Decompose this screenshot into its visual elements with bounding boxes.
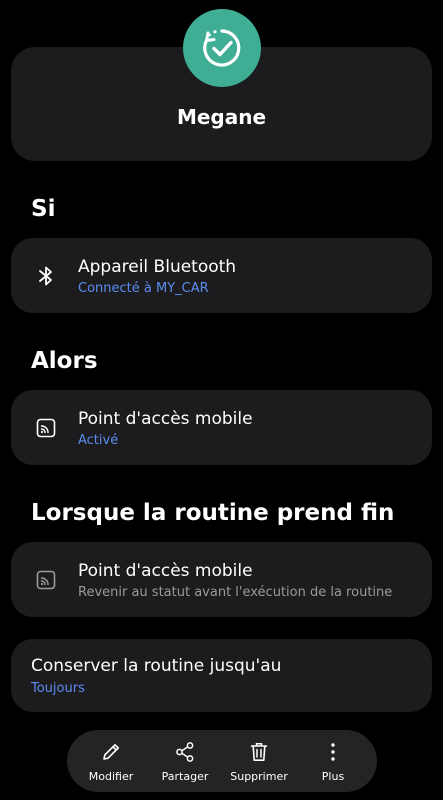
mobile-hotspot-icon [35, 417, 57, 439]
edit-button[interactable]: Modifier [74, 730, 148, 792]
bluetooth-icon [35, 265, 57, 287]
delete-label: Supprimer [230, 770, 288, 783]
if-condition-card[interactable]: Appareil Bluetooth Connecté à MY_CAR [11, 238, 432, 313]
edit-label: Modifier [88, 770, 134, 783]
section-title-end: Lorsque la routine prend fin [31, 500, 395, 526]
section-title-then: Alors [31, 348, 98, 374]
routine-detail-screen: Megane Si Appareil Bluetooth Connecté à … [0, 0, 443, 800]
more-label: Plus [321, 770, 345, 783]
end-action-card[interactable]: Point d'accès mobile Revenir au statut a… [11, 542, 432, 617]
delete-button[interactable]: Supprimer [222, 730, 296, 792]
end-card-title: Point d'accès mobile [78, 561, 253, 581]
keep-card-title: Conserver la routine jusqu'au [31, 656, 282, 676]
more-button[interactable]: Plus [296, 730, 370, 792]
end-card-subtitle: Revenir au statut avant l'exécution de l… [78, 585, 393, 600]
more-vertical-icon [322, 740, 344, 764]
then-card-title: Point d'accès mobile [78, 409, 253, 429]
bottom-action-bar: Modifier Partager Supprimer Plus [67, 730, 377, 792]
share-label: Partager [161, 770, 209, 783]
then-card-subtitle: Activé [78, 433, 119, 448]
keep-card-subtitle: Toujours [31, 681, 85, 696]
routine-check-icon [183, 9, 261, 87]
then-action-card[interactable]: Point d'accès mobile Activé [11, 390, 432, 465]
if-card-title: Appareil Bluetooth [78, 257, 237, 277]
mobile-hotspot-icon [35, 569, 57, 591]
share-icon [174, 740, 196, 764]
share-button[interactable]: Partager [148, 730, 222, 792]
trash-icon [248, 740, 270, 764]
routine-name: Megane [176, 105, 267, 129]
pencil-icon [100, 740, 122, 764]
keep-routine-card[interactable]: Conserver la routine jusqu'au Toujours [11, 639, 432, 712]
if-card-subtitle: Connecté à MY_CAR [78, 281, 209, 296]
section-title-if: Si [31, 196, 56, 222]
